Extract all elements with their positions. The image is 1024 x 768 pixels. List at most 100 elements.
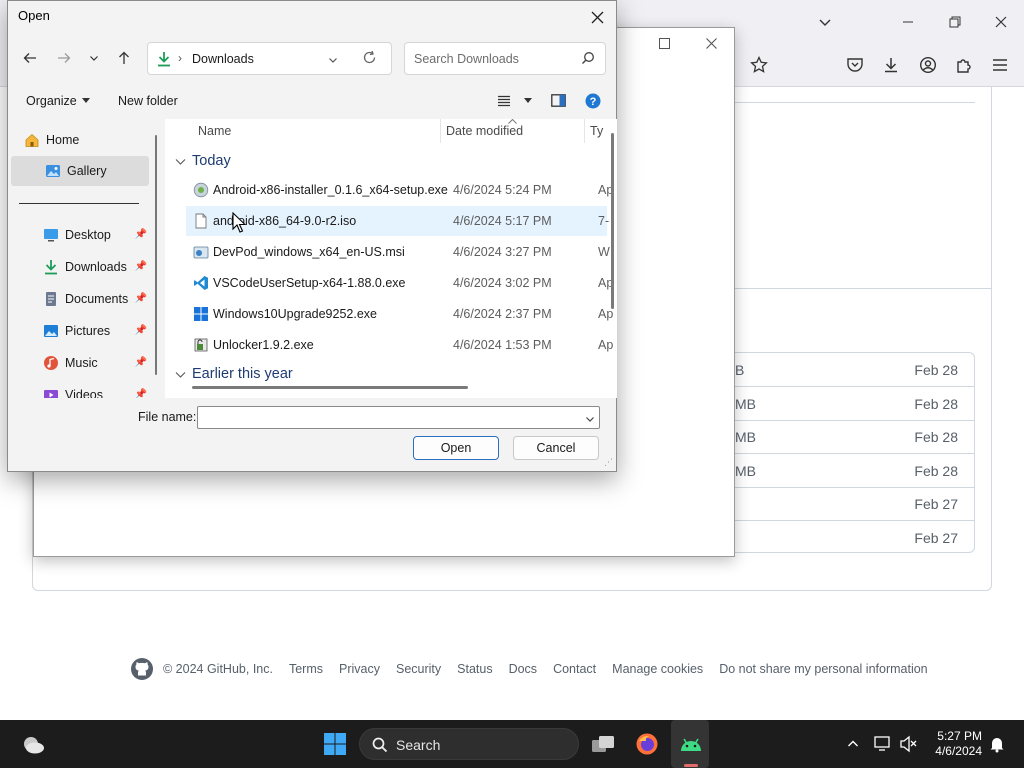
maximize-window-button[interactable] xyxy=(649,32,679,54)
android-taskbar-icon[interactable] xyxy=(676,729,706,759)
account-icon xyxy=(919,56,937,74)
dialog-close-button[interactable] xyxy=(582,3,612,31)
address-history-dropdown[interactable] xyxy=(328,52,338,70)
cancel-button[interactable]: Cancel xyxy=(513,436,599,460)
nav-item-home[interactable]: Home xyxy=(23,125,147,155)
nav-item-videos[interactable]: Videos 📌 xyxy=(42,380,149,398)
open-button[interactable]: Open xyxy=(413,436,499,460)
nav-item-pictures[interactable]: Pictures 📌 xyxy=(42,316,149,346)
chevron-down-icon xyxy=(819,19,831,26)
footer-link-privacy[interactable]: Privacy xyxy=(339,662,380,676)
nav-item-label: Music xyxy=(65,356,98,370)
column-divider[interactable] xyxy=(440,119,441,143)
refresh-button[interactable] xyxy=(362,50,377,70)
nav-item-desktop[interactable]: Desktop 📌 xyxy=(42,220,149,250)
account-button[interactable] xyxy=(915,52,941,78)
up-folder-button[interactable] xyxy=(111,45,137,71)
file-row[interactable]: Unlocker1.9.2.exe 4/6/2024 1:53 PM Ap xyxy=(186,330,613,360)
taskbar-search-box[interactable]: Search xyxy=(359,728,579,760)
footer-link-terms[interactable]: Terms xyxy=(289,662,323,676)
file-list-horizontal-scrollbar[interactable] xyxy=(192,386,468,389)
asset-row[interactable]: B Feb 28 xyxy=(735,353,974,387)
desktop-icon xyxy=(42,226,60,244)
back-button[interactable] xyxy=(17,45,43,71)
nav-item-gallery[interactable]: Gallery xyxy=(11,156,149,186)
asset-row[interactable]: MB Feb 28 xyxy=(735,387,974,421)
chevron-down-icon xyxy=(175,371,186,378)
asset-row[interactable]: Feb 27 xyxy=(735,521,974,555)
column-header-type[interactable]: Ty xyxy=(590,119,603,143)
asset-row[interactable]: MB Feb 28 xyxy=(735,420,974,454)
show-hidden-icons-button[interactable] xyxy=(838,729,868,759)
bookmark-star-button[interactable] xyxy=(746,52,772,78)
preview-pane-button[interactable] xyxy=(551,94,566,107)
change-view-button[interactable] xyxy=(497,95,532,107)
pocket-button[interactable] xyxy=(842,52,868,78)
asset-date: Feb 28 xyxy=(914,463,958,479)
task-view-button[interactable] xyxy=(588,729,618,759)
list-all-tabs-button[interactable] xyxy=(811,8,839,36)
group-label: Earlier this year xyxy=(192,366,293,382)
group-header-today[interactable]: Today xyxy=(175,153,231,169)
clock-time: 5:27 PM xyxy=(937,729,982,743)
close-window-button[interactable] xyxy=(987,8,1015,36)
notification-bell-icon xyxy=(990,738,1004,753)
address-bar[interactable]: › Downloads xyxy=(147,42,392,75)
search-icon xyxy=(582,52,594,64)
file-row[interactable]: DevPod_windows_x64_en-US.msi 4/6/2024 3:… xyxy=(186,237,610,267)
system-clock[interactable]: 5:27 PM 4/6/2024 xyxy=(930,729,982,759)
asset-row[interactable]: Feb 27 xyxy=(735,487,974,521)
nav-item-downloads[interactable]: Downloads 📌 xyxy=(42,252,149,282)
nav-item-music[interactable]: Music 📌 xyxy=(42,348,149,378)
weather-widget-button[interactable] xyxy=(18,729,48,759)
asset-row[interactable]: MB Feb 28 xyxy=(735,454,974,488)
file-name-input[interactable] xyxy=(197,406,600,429)
file-row[interactable]: Windows10Upgrade9252.exe 4/6/2024 2:37 P… xyxy=(186,299,613,329)
help-button[interactable]: ? xyxy=(585,93,601,109)
column-header-date-modified[interactable]: Date modified xyxy=(446,119,523,143)
help-icon: ? xyxy=(585,93,601,109)
footer-link-docs[interactable]: Docs xyxy=(509,662,537,676)
footer-link-manage-cookies[interactable]: Manage cookies xyxy=(612,662,703,676)
footer-link-status[interactable]: Status xyxy=(457,662,492,676)
pin-icon: 📌 xyxy=(134,261,147,272)
search-downloads-input[interactable]: Search Downloads xyxy=(404,42,606,75)
file-row[interactable]: Android-x86-installer_0.1.6_x64-setup.ex… xyxy=(186,175,613,205)
file-list-vertical-scrollbar[interactable] xyxy=(611,133,614,309)
footer-link-do-not-share[interactable]: Do not share my personal information xyxy=(719,662,927,676)
clock-date: 4/6/2024 xyxy=(935,744,982,758)
svg-text:?: ? xyxy=(590,96,597,108)
github-logo-icon[interactable] xyxy=(130,657,154,681)
resize-grip-icon[interactable]: ⋰ xyxy=(604,457,613,468)
firefox-taskbar-button[interactable] xyxy=(632,729,662,759)
file-row[interactable]: android-x86_64-9.0-r2.iso 4/6/2024 5:17 … xyxy=(186,206,609,236)
file-name-history-dropdown[interactable] xyxy=(585,411,595,429)
minimize-window-button[interactable] xyxy=(894,8,922,36)
downloads-button[interactable] xyxy=(878,52,904,78)
file-row[interactable]: VSCodeUserSetup-x64-1.88.0.exe 4/6/2024 … xyxy=(186,268,613,298)
breadcrumb-current-folder[interactable]: Downloads xyxy=(192,52,254,66)
extensions-button[interactable] xyxy=(951,52,977,78)
nav-item-label: Home xyxy=(46,133,80,147)
footer-link-security[interactable]: Security xyxy=(396,662,441,676)
start-button[interactable] xyxy=(320,729,350,759)
nav-item-documents[interactable]: Documents 📌 xyxy=(42,284,149,314)
preview-pane-icon xyxy=(551,94,566,107)
cloud-icon xyxy=(24,737,44,754)
close-window-button[interactable] xyxy=(696,32,726,54)
maximize-window-button[interactable] xyxy=(941,8,969,36)
column-header-name[interactable]: Name xyxy=(198,119,231,143)
footer-link-contact[interactable]: Contact xyxy=(553,662,596,676)
recent-locations-button[interactable] xyxy=(81,45,107,71)
forward-button[interactable] xyxy=(51,45,77,71)
group-header-earlier-this-year[interactable]: Earlier this year xyxy=(175,366,293,382)
nav-pane-scrollbar[interactable] xyxy=(155,135,157,375)
notifications-button[interactable] xyxy=(982,729,1012,759)
app-menu-button[interactable] xyxy=(987,52,1013,78)
file-date-modified: 4/6/2024 5:17 PM xyxy=(453,214,552,228)
new-folder-button[interactable]: New folder xyxy=(118,94,178,108)
column-divider[interactable] xyxy=(584,119,585,143)
organize-button[interactable]: Organize xyxy=(26,94,90,108)
volume-button[interactable] xyxy=(894,729,924,759)
site-footer: © 2024 GitHub, Inc. Terms Privacy Securi… xyxy=(130,656,928,682)
